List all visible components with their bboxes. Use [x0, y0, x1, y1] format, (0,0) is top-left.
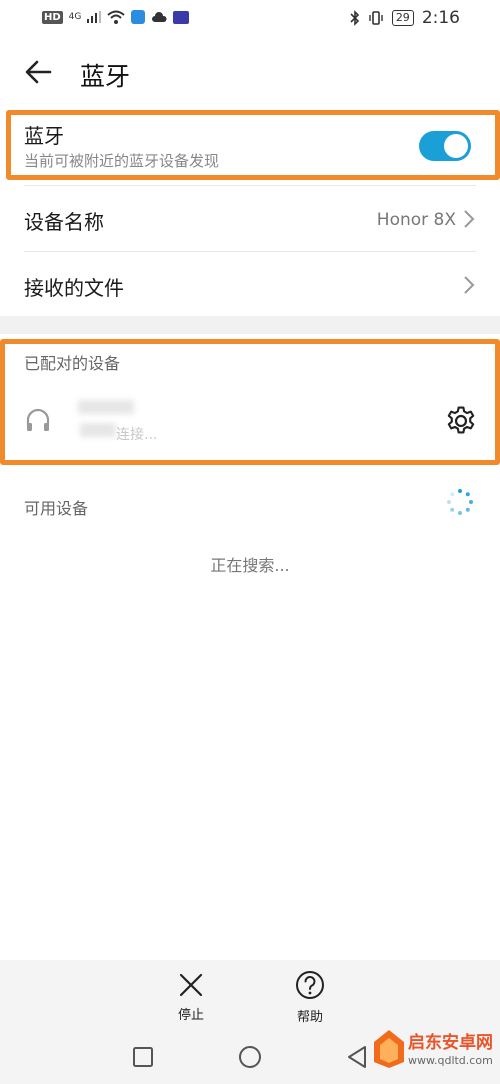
watermark-logo-icon: [374, 1030, 404, 1068]
close-icon: [179, 973, 203, 997]
loading-spinner-icon: [447, 489, 473, 515]
nav-recents-button[interactable]: [132, 1046, 154, 1072]
network-type: 4G: [68, 12, 82, 22]
received-files-label: 接收的文件: [24, 276, 124, 300]
app-badge-icon: [173, 10, 190, 24]
bluetooth-status-icon: [350, 10, 359, 26]
bluetooth-toggle[interactable]: [419, 131, 471, 161]
square-icon: [133, 1047, 153, 1067]
paired-devices-title: 已配对的设备: [24, 354, 121, 373]
headphones-icon: [26, 408, 50, 431]
paired-device-status: 连接...: [116, 427, 158, 443]
vibrate-icon: [369, 11, 383, 25]
nav-home-button[interactable]: [238, 1045, 262, 1073]
status-right: 29 2:16: [350, 8, 460, 28]
help-icon: [296, 971, 324, 999]
battery-icon: 29: [391, 10, 414, 26]
watermark: 启东安卓网 www.qdltd.com: [372, 1022, 498, 1080]
device-status-blurred: [80, 423, 116, 437]
device-settings-button[interactable]: [444, 404, 478, 438]
searching-status: 正在搜索...: [210, 556, 290, 575]
circle-icon: [239, 1046, 261, 1068]
stop-button[interactable]: 停止: [156, 972, 226, 1023]
hd-badge: HD: [42, 10, 63, 24]
available-devices-title: 可用设备: [24, 499, 89, 518]
chevron-right-icon: [464, 210, 475, 228]
cloud-icon: [152, 12, 167, 22]
status-bar: HD 4G 29 2:16: [0, 0, 500, 40]
gear-icon: [447, 406, 475, 434]
section-separator: [0, 316, 500, 334]
triangle-back-icon: [348, 1046, 366, 1068]
clock: 2:16: [421, 8, 460, 28]
stop-label: 停止: [177, 1008, 204, 1023]
signal-icon: [87, 11, 102, 23]
toggle-knob: [444, 134, 468, 158]
help-label: 帮助: [296, 1010, 323, 1025]
paired-device-item[interactable]: [0, 385, 430, 460]
bluetooth-label: 蓝牙: [24, 124, 64, 148]
watermark-text: 启东安卓网: [408, 1033, 493, 1053]
device-name-label: 设备名称: [24, 210, 104, 234]
device-name-value: Honor 8X: [376, 210, 456, 230]
back-button[interactable]: [22, 55, 56, 89]
page-title: 蓝牙: [80, 62, 131, 91]
wifi-icon: [107, 10, 126, 24]
bluetooth-subtitle: 当前可被附近的蓝牙设备发现: [24, 152, 220, 170]
status-left: HD 4G: [42, 10, 190, 24]
back-arrow-icon: [25, 60, 52, 84]
nav-back-button[interactable]: [346, 1045, 368, 1073]
help-button[interactable]: 帮助: [275, 970, 345, 1025]
watermark-url: www.qdltd.com: [408, 1054, 493, 1067]
app-notification-icon: [131, 10, 146, 24]
chevron-right-icon: [464, 276, 475, 294]
device-name-blurred: [78, 400, 134, 414]
